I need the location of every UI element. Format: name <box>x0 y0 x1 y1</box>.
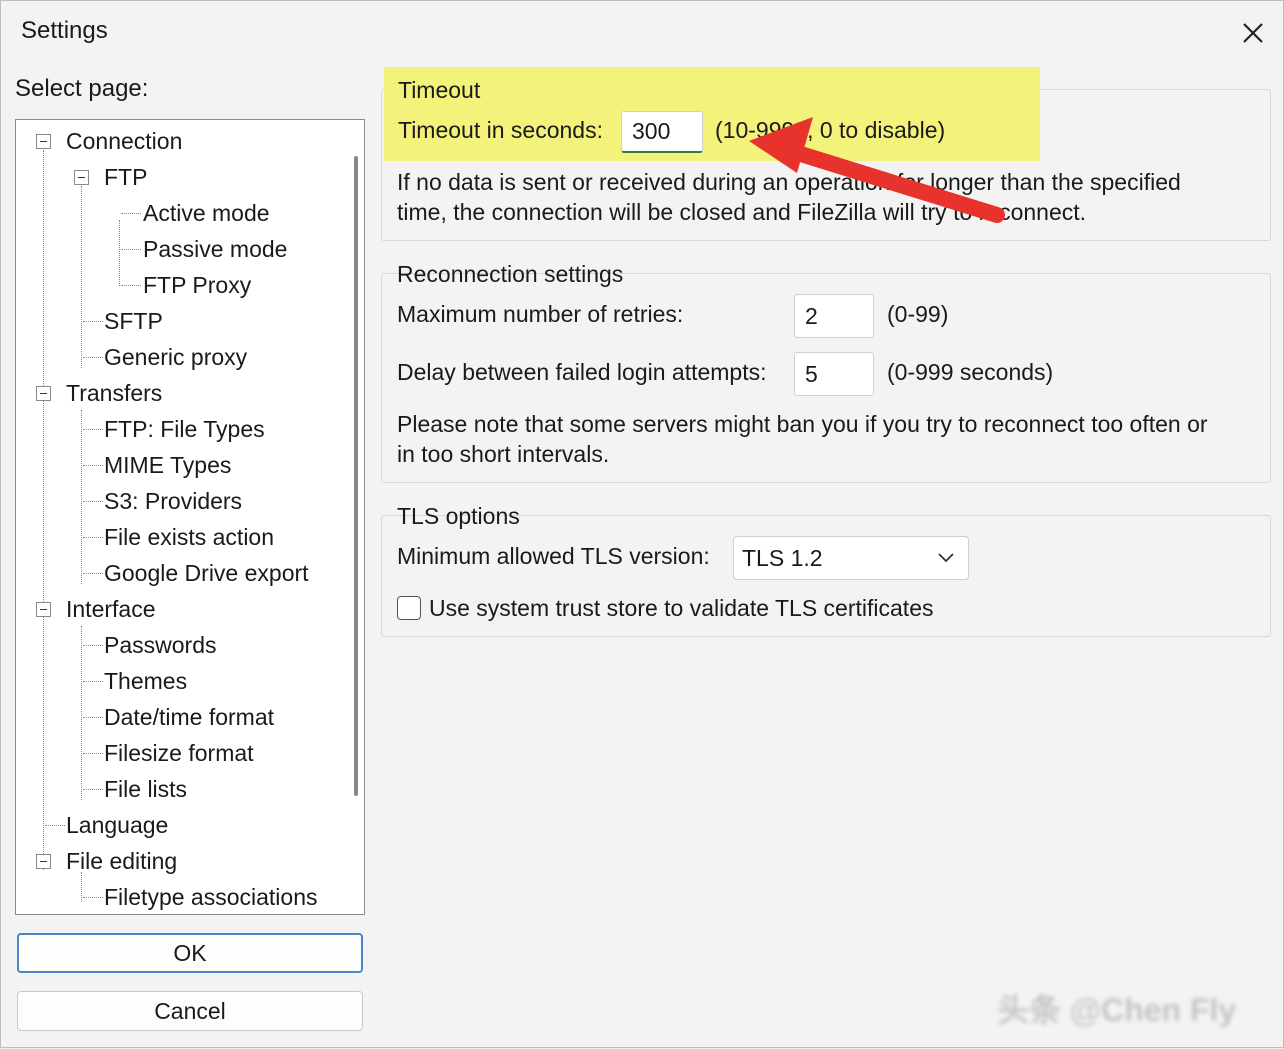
tree-item-connection[interactable]: Connection <box>66 126 182 156</box>
tree-item-mime-types[interactable]: MIME Types <box>104 450 231 480</box>
tree-item-ftp-file-types[interactable]: FTP: File Types <box>104 414 265 444</box>
tree-item-file-exists-action[interactable]: File exists action <box>104 522 274 552</box>
collapse-interface-icon[interactable] <box>36 602 51 617</box>
close-icon <box>1243 23 1263 43</box>
tree-item-interface[interactable]: Interface <box>66 594 156 624</box>
chevron-down-icon <box>938 553 954 563</box>
tree-item-filetype-associations[interactable]: Filetype associations <box>104 882 318 912</box>
max-retries-input[interactable] <box>794 294 874 338</box>
watermark: 头条 @Chen Fly <box>997 992 1237 1028</box>
login-delay-input[interactable] <box>794 352 874 396</box>
timeout-group-title: Timeout <box>398 77 481 103</box>
reconnection-note-line2: in too short intervals. <box>397 441 610 467</box>
collapse-connection-icon[interactable] <box>36 134 51 149</box>
tree-scrollbar[interactable] <box>346 120 364 914</box>
tree-item-active-mode[interactable]: Active mode <box>143 198 270 228</box>
tree-item-transfers[interactable]: Transfers <box>66 378 162 408</box>
tree-item-generic-proxy[interactable]: Generic proxy <box>104 342 247 372</box>
timeout-range-hint: (10-9999, 0 to disable) <box>715 117 946 143</box>
tree-item-sftp[interactable]: SFTP <box>104 306 163 336</box>
reconnection-group-title: Reconnection settings <box>397 261 624 287</box>
login-delay-range: (0-999 seconds) <box>887 359 1054 385</box>
collapse-file-editing-icon[interactable] <box>36 854 51 869</box>
min-tls-version-label: Minimum allowed TLS version: <box>397 543 710 569</box>
tree-item-filesize-format[interactable]: Filesize format <box>104 738 254 768</box>
select-page-label: Select page: <box>15 75 149 102</box>
max-retries-range: (0-99) <box>887 301 949 327</box>
collapse-transfers-icon[interactable] <box>36 386 51 401</box>
tree-item-passwords[interactable]: Passwords <box>104 630 216 660</box>
collapse-ftp-icon[interactable] <box>74 170 89 185</box>
login-delay-label: Delay between failed login attempts: <box>397 359 767 385</box>
timeout-description-line1: If no data is sent or received during an… <box>397 169 1181 195</box>
timeout-seconds-input[interactable] <box>621 111 703 153</box>
tls-group-title: TLS options <box>397 503 520 529</box>
tree-scrollbar-thumb[interactable] <box>354 156 358 796</box>
tree-item-language[interactable]: Language <box>66 810 168 840</box>
tree-item-file-editing[interactable]: File editing <box>66 846 177 876</box>
window-title: Settings <box>21 17 108 44</box>
tree-item-themes[interactable]: Themes <box>104 666 187 696</box>
tree-item-google-drive-export[interactable]: Google Drive export <box>104 558 309 588</box>
timeout-description-line2: time, the connection will be closed and … <box>397 199 1087 225</box>
min-tls-version-value: TLS 1.2 <box>742 545 823 571</box>
tree-item-passive-mode[interactable]: Passive mode <box>143 234 287 264</box>
system-trust-store-checkbox[interactable] <box>397 596 421 620</box>
min-tls-version-select[interactable]: TLS 1.2 <box>733 536 969 580</box>
tree-item-s3-providers[interactable]: S3: Providers <box>104 486 242 516</box>
settings-dialog: Settings Select page: Connection FTP Act… <box>0 0 1284 1048</box>
cancel-button[interactable]: Cancel <box>17 991 363 1031</box>
close-button[interactable] <box>1233 13 1273 53</box>
tree-item-ftp[interactable]: FTP <box>104 162 147 192</box>
ok-button[interactable]: OK <box>17 933 363 973</box>
settings-page-tree[interactable]: Connection FTP Active mode Passive mode … <box>15 119 365 915</box>
tree-item-date-time-format[interactable]: Date/time format <box>104 702 274 732</box>
highlight-annotation <box>384 67 1040 161</box>
timeout-label: Timeout in seconds: <box>398 117 603 143</box>
tree-item-ftp-proxy[interactable]: FTP Proxy <box>143 270 251 300</box>
tree-item-file-lists[interactable]: File lists <box>104 774 187 804</box>
max-retries-label: Maximum number of retries: <box>397 301 684 327</box>
system-trust-store-label: Use system trust store to validate TLS c… <box>429 595 934 621</box>
reconnection-note-line1: Please note that some servers might ban … <box>397 411 1208 437</box>
